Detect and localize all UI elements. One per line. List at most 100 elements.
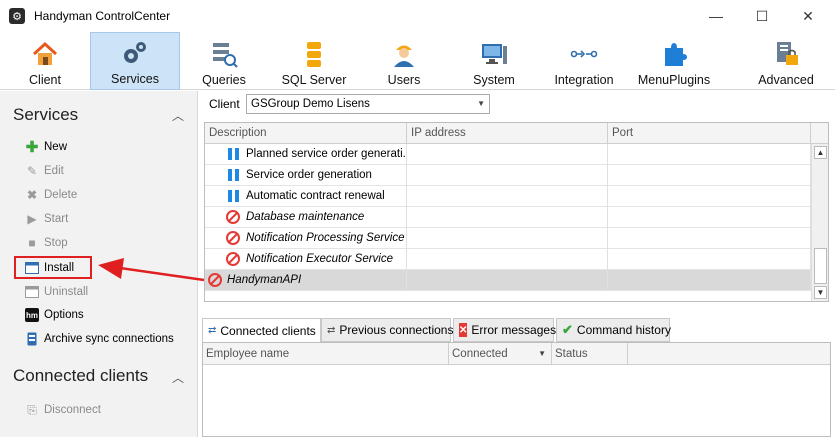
service-ip (407, 186, 608, 207)
service-row[interactable]: Planned service order generati... (205, 144, 811, 165)
tab-previous-connections[interactable]: ⇄ Previous connections (321, 318, 454, 342)
edit-icon: ✎ (26, 164, 38, 178)
ribbon-advanced[interactable]: Advanced (754, 32, 818, 90)
ribbon-label: MenuPlugins (637, 73, 711, 87)
tab-connected-clients[interactable]: ⇄ Connected clients (202, 318, 321, 343)
dropdown-arrow-icon: ▼ (477, 99, 485, 108)
close-button[interactable]: ✕ (785, 0, 831, 32)
service-row[interactable]: Notification Processing Service (205, 228, 811, 249)
delete-button[interactable]: ✖ Delete (25, 185, 77, 205)
action-label: Stop (44, 237, 68, 249)
service-row[interactable]: Notification Executor Service (205, 249, 811, 270)
scroll-thumb[interactable] (814, 248, 827, 284)
service-description: Notification Processing Service (223, 228, 407, 249)
column-employee-name[interactable]: Employee name (203, 343, 449, 365)
plus-icon: ✚ (25, 139, 39, 156)
ribbon-label: System (473, 73, 515, 87)
check-icon: ✔ (562, 322, 573, 337)
column-connected[interactable]: Connected ▼ (449, 343, 552, 365)
collapse-chevron-icon[interactable]: ︿ (172, 369, 184, 386)
service-port (608, 228, 811, 249)
ribbon-system[interactable]: System (468, 32, 520, 90)
scroll-up-icon[interactable]: ▲ (814, 146, 827, 159)
window-title: Handyman ControlCenter (34, 9, 171, 23)
archive-sync-button[interactable]: Archive sync connections (25, 329, 174, 349)
hm-icon: hm (25, 308, 39, 322)
minimize-button[interactable]: — (693, 0, 739, 32)
ribbon-menuplugins[interactable]: MenuPlugins (636, 32, 712, 90)
collapse-chevron-icon[interactable]: ︿ (172, 107, 184, 124)
service-row-selected[interactable]: HandymanAPI (205, 270, 811, 291)
service-description: Automatic contract renewal (223, 186, 407, 207)
service-description: Database maintenance (223, 207, 407, 228)
tab-label: Command history (576, 323, 671, 337)
service-port (608, 270, 811, 291)
ribbon-queries[interactable]: Queries (196, 32, 252, 90)
start-button[interactable]: ▶ Start (25, 209, 68, 229)
service-ip (407, 228, 608, 249)
service-row[interactable]: Database maintenance (205, 207, 811, 228)
puzzle-icon (665, 43, 687, 66)
client-dropdown[interactable]: GSGroup Demo Lisens ▼ (246, 94, 490, 114)
services-section-title: Services (13, 105, 79, 124)
error-icon: ✕ (459, 323, 468, 337)
edit-button[interactable]: ✎ Edit (25, 161, 64, 181)
service-description: Planned service order generati... (223, 144, 407, 165)
action-label: Delete (44, 189, 78, 201)
ribbon-label: Users (387, 73, 421, 87)
tab-label: Previous connections (339, 323, 454, 337)
ribbon-services[interactable]: Services (90, 32, 180, 90)
service-row[interactable]: Automatic contract renewal (205, 186, 811, 207)
tab-command-history[interactable]: ✔ Command history (556, 318, 671, 342)
column-ip-address[interactable]: IP address (407, 123, 608, 144)
uninstall-button[interactable]: Uninstall (25, 282, 88, 302)
maximize-button[interactable]: ☐ (739, 0, 785, 32)
stop-button[interactable]: ■ Stop (25, 233, 68, 253)
title-bar: ⚙ Handyman ControlCenter — ☐ ✕ (0, 0, 835, 32)
action-label: New (44, 141, 68, 153)
action-label: Start (44, 213, 69, 225)
ribbon-label: Services (111, 72, 159, 86)
ribbon-client[interactable]: Client (14, 32, 76, 90)
service-port (608, 207, 811, 228)
grid-scrollbar[interactable]: ▲ ▼ (811, 144, 828, 301)
service-port (608, 144, 811, 165)
connected-icon: ⇄ (208, 325, 217, 336)
ribbon-users[interactable]: Users (380, 32, 428, 90)
tab-label: Error messages (471, 323, 557, 337)
action-label: Options (44, 309, 84, 321)
play-icon: ▶ (27, 212, 37, 226)
options-button[interactable]: hm Options (25, 305, 84, 325)
service-ip (407, 144, 608, 165)
action-label: Disconnect (44, 404, 101, 416)
action-label: Edit (44, 165, 64, 177)
advanced-icon (777, 42, 798, 65)
column-description[interactable]: Description (205, 123, 407, 144)
ribbon-toolbar: Client Services Queries SQL Server Users… (0, 32, 835, 90)
history-connections-icon: ⇄ (327, 324, 336, 336)
service-port (608, 249, 811, 270)
column-status[interactable]: Status (552, 343, 628, 365)
column-port[interactable]: Port (608, 123, 811, 144)
new-button[interactable]: ✚ New (25, 137, 67, 157)
install-highlight-box (14, 256, 92, 279)
scroll-down-icon[interactable]: ▼ (814, 286, 827, 299)
connected-clients-grid: Employee name Connected ▼ Status (202, 342, 831, 437)
service-ip (407, 207, 608, 228)
service-description: HandymanAPI (205, 270, 407, 291)
ribbon-label: SQL Server (281, 73, 347, 87)
ribbon-integration[interactable]: Integration (552, 32, 616, 90)
tab-error-messages[interactable]: ✕ Error messages (453, 318, 557, 342)
integration-icon (570, 50, 598, 58)
ribbon-sql-server[interactable]: SQL Server (280, 32, 348, 90)
service-row[interactable]: Service order generation (205, 165, 811, 186)
column-label: Connected (452, 348, 508, 360)
house-icon (32, 41, 58, 65)
ribbon-label: Integration (554, 73, 614, 87)
services-grid: Description IP address Port Planned serv… (204, 122, 829, 302)
action-label: Archive sync connections (44, 333, 174, 345)
action-label: Uninstall (44, 286, 89, 298)
service-port (608, 186, 811, 207)
grid-header: Employee name Connected ▼ Status (203, 343, 830, 365)
disconnect-button[interactable]: ⎘ Disconnect (25, 400, 101, 420)
